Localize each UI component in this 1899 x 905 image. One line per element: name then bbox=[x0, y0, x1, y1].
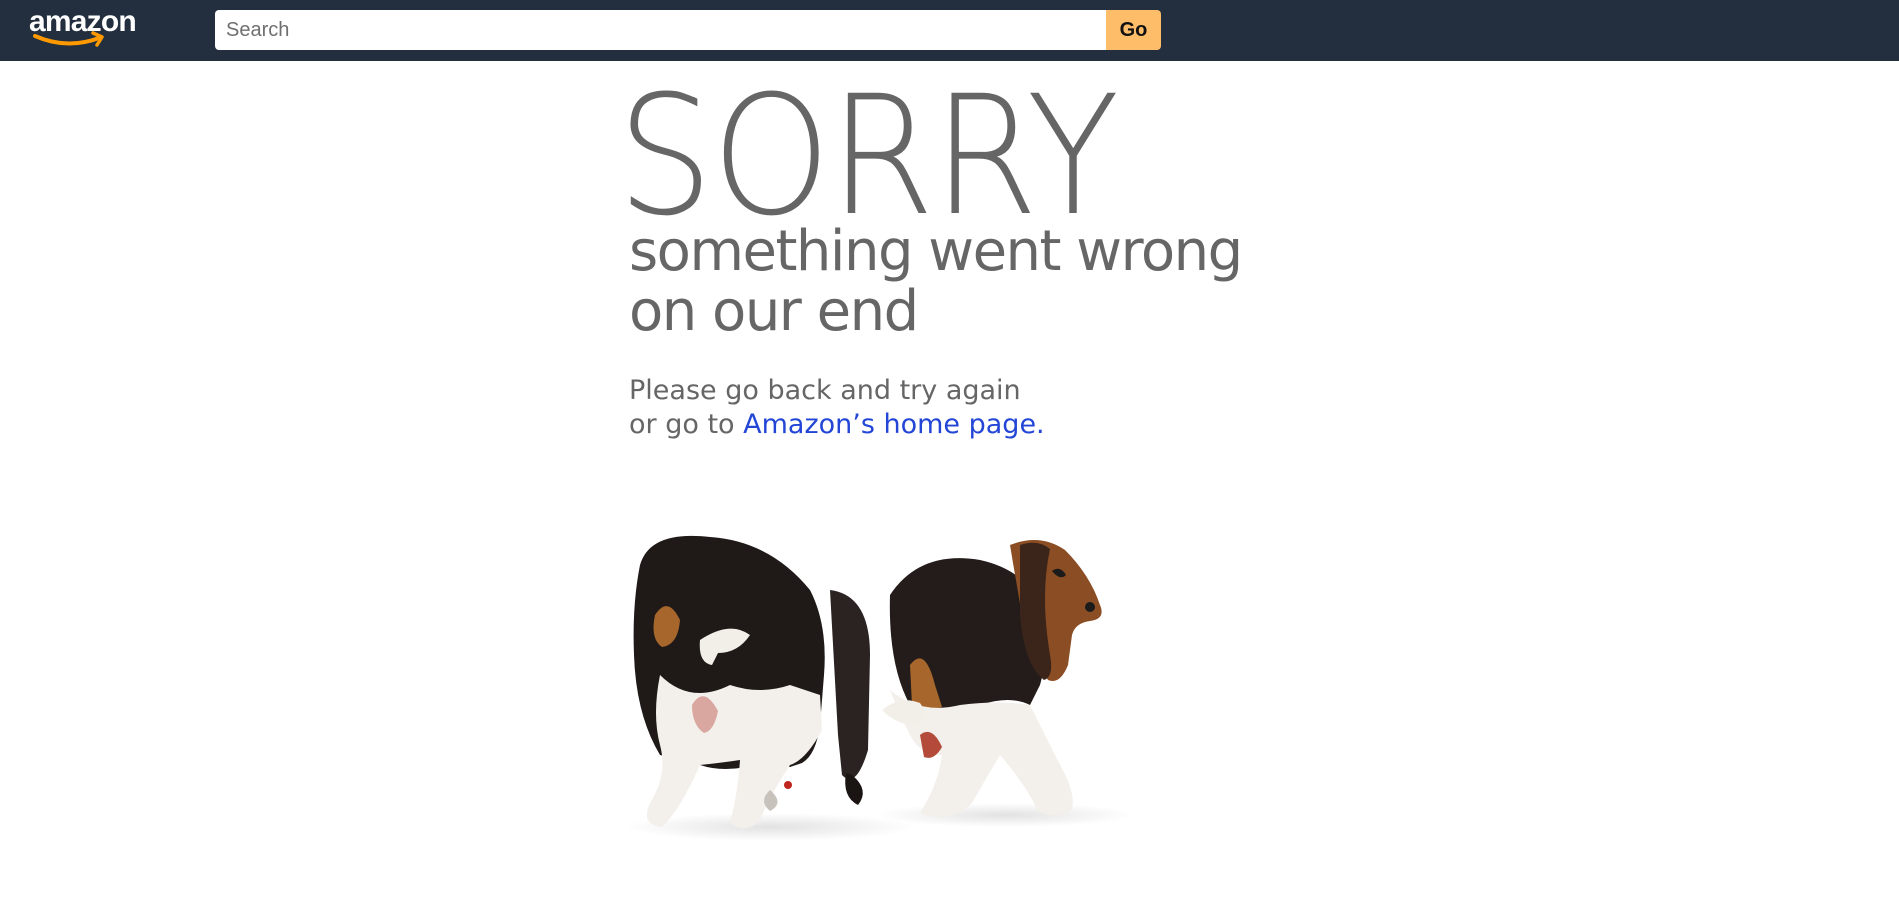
logo-smile-icon bbox=[33, 31, 104, 47]
error-headline: SORRY bbox=[617, 60, 1119, 252]
go-button[interactable]: Go bbox=[1106, 10, 1161, 50]
subtitle-line-2: on our end bbox=[629, 279, 919, 344]
home-page-link[interactable]: Amazon’s home page. bbox=[743, 409, 1045, 440]
right-dog bbox=[882, 540, 1102, 818]
amazon-logo[interactable]: amazon bbox=[29, 6, 144, 50]
error-subtitle: something went wrong on our end bbox=[629, 219, 1243, 344]
message-line-2-prefix: or go to bbox=[629, 409, 744, 440]
subtitle-line-1: something went wrong bbox=[629, 219, 1243, 284]
two-basset-hound-dogs-image bbox=[625, 535, 1135, 841]
message-line-2: or go to Amazon’s home page. bbox=[629, 408, 1045, 442]
top-navigation-bar: amazon Go bbox=[0, 0, 1899, 61]
search-bar: Go bbox=[215, 10, 1161, 50]
left-dog bbox=[633, 535, 870, 829]
search-input[interactable] bbox=[215, 10, 1106, 50]
message-line-1: Please go back and try again bbox=[629, 375, 1021, 406]
error-message: Please go back and try again or go to Am… bbox=[629, 374, 1045, 442]
